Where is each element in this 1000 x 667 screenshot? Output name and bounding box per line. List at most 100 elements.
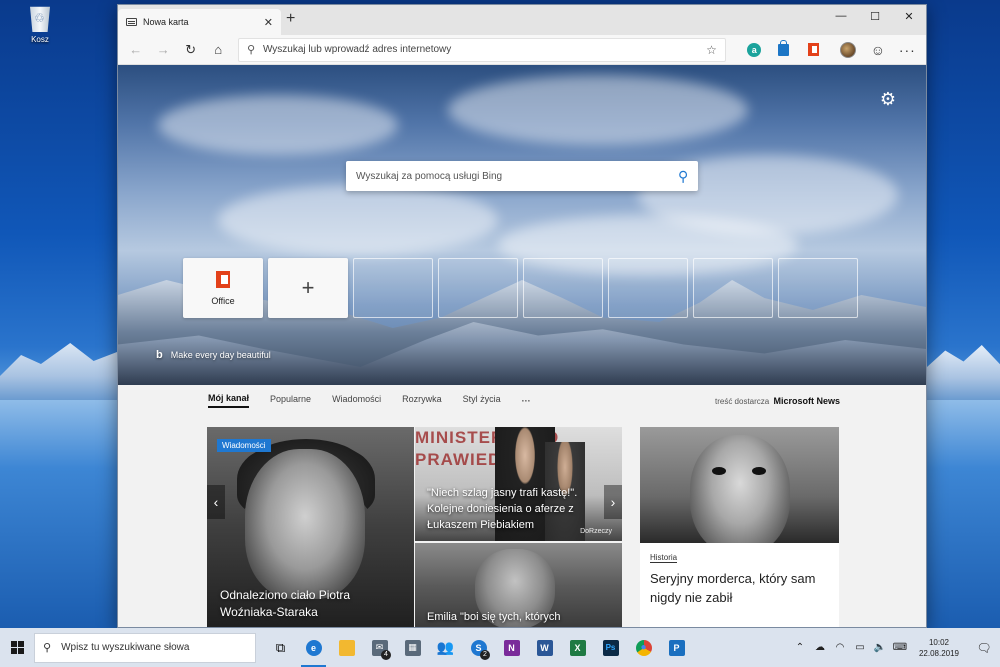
news-card-top-right[interactable]: MINISTERSTWO PRAWIEDLIWOŚ "Niech szlag j… bbox=[415, 427, 622, 541]
search-icon: ⚲ bbox=[43, 642, 52, 654]
taskbar-mail[interactable]: ✉ 4 bbox=[363, 628, 396, 667]
tab-new-tab[interactable]: Nowa karta ✕ bbox=[118, 9, 281, 35]
chrome-icon: ● bbox=[635, 639, 652, 656]
provider-name[interactable]: Microsoft News bbox=[773, 396, 840, 406]
page-settings-gear-icon[interactable]: ⚙ bbox=[880, 89, 896, 110]
news-card-side[interactable]: Historia Seryjny morderca, który sam nig… bbox=[640, 427, 839, 627]
refresh-icon[interactable]: ↻ bbox=[177, 37, 204, 63]
maximize-icon[interactable]: ☐ bbox=[858, 5, 892, 27]
profile-button[interactable] bbox=[834, 37, 863, 63]
taskbar-edge[interactable]: e bbox=[297, 628, 330, 667]
settings-more-button[interactable]: ··· bbox=[893, 37, 922, 63]
card-headline: Odnaleziono ciało Piotra Woźniaka-Starak… bbox=[220, 588, 351, 619]
photo-eye bbox=[752, 467, 766, 475]
quick-link-label: Office bbox=[211, 295, 235, 306]
taskbar-planner[interactable]: P bbox=[660, 628, 693, 667]
window-controls: — ☐ ✕ bbox=[824, 5, 926, 27]
news-feed: Mój kanał Popularne Wiadomości Rozrywka … bbox=[118, 385, 926, 627]
back-arrow-icon[interactable]: ← bbox=[122, 37, 149, 63]
bing-search-box[interactable]: Wyszukaj za pomocą usługi Bing ⚲ bbox=[346, 161, 698, 191]
feedback-button[interactable]: ☺ bbox=[863, 37, 892, 63]
taskbar-excel[interactable]: X bbox=[561, 628, 594, 667]
windows-logo-icon bbox=[10, 641, 24, 654]
start-button[interactable] bbox=[0, 628, 34, 667]
amazon-icon: a bbox=[747, 42, 762, 57]
taskbar-skype[interactable]: S2 bbox=[462, 628, 495, 667]
edge-icon: e bbox=[305, 639, 322, 656]
system-tray: ⌃ ☁ ◠ ▭ 🔈 ⌨ 10:02 22.08.2019 🗨 bbox=[790, 637, 1000, 659]
carousel-prev-chevron-icon[interactable]: ‹ bbox=[207, 485, 225, 519]
tab-my-feed[interactable]: Mój kanał bbox=[208, 393, 250, 408]
skype-badge: 2 bbox=[480, 650, 490, 660]
volume-icon[interactable]: 🔈 bbox=[870, 642, 890, 653]
home-icon[interactable]: ⌂ bbox=[204, 37, 231, 63]
office-icon bbox=[807, 43, 819, 56]
show-hidden-icons-chevron-icon[interactable]: ⌃ bbox=[790, 642, 810, 653]
image-info[interactable]: b Make every day beautiful bbox=[156, 349, 271, 361]
search-icon[interactable]: ⚲ bbox=[678, 168, 688, 185]
add-quick-link-button[interactable]: + bbox=[268, 258, 348, 318]
new-tab-button[interactable]: + bbox=[286, 11, 295, 27]
tab-close-icon[interactable]: ✕ bbox=[264, 16, 273, 29]
news-card-bottom-right[interactable]: Emilia "boi się tych, których bbox=[415, 543, 622, 627]
card-photo bbox=[640, 427, 839, 543]
cloud-sync-icon[interactable]: ☁ bbox=[810, 642, 830, 653]
bing-search-input[interactable]: Wyszukaj za pomocą usługi Bing bbox=[356, 171, 502, 182]
task-view-icon: ⧉ bbox=[275, 639, 286, 655]
minimize-icon[interactable]: — bbox=[824, 5, 858, 27]
task-view-button[interactable]: ⧉ bbox=[264, 628, 297, 667]
desktop-recycle-bin[interactable]: Kosz bbox=[20, 4, 60, 44]
taskbar-onenote[interactable]: N bbox=[495, 628, 528, 667]
forward-arrow-icon[interactable]: → bbox=[149, 37, 176, 63]
new-tab-page-icon bbox=[126, 18, 137, 26]
tab-entertainment[interactable]: Rozrywka bbox=[402, 394, 442, 407]
recycle-bin-icon bbox=[30, 6, 50, 32]
search-icon: ⚲ bbox=[246, 44, 255, 56]
desktop-wallpaper-lake-right bbox=[927, 400, 1000, 628]
tagline-text: Make every day beautiful bbox=[170, 350, 271, 360]
tab-news[interactable]: Wiadomości bbox=[332, 394, 381, 407]
taskbar-file-explorer[interactable] bbox=[330, 628, 363, 667]
tab-lifestyle[interactable]: Styl życia bbox=[463, 394, 501, 407]
wifi-icon[interactable]: ◠ bbox=[830, 642, 850, 653]
photo-portrait bbox=[690, 435, 790, 543]
feed-tabs: Mój kanał Popularne Wiadomości Rozrywka … bbox=[208, 393, 840, 408]
onenote-icon: N bbox=[503, 639, 520, 656]
amazon-extension[interactable]: a bbox=[740, 37, 769, 63]
shopping-extension[interactable] bbox=[769, 37, 798, 63]
office-extension[interactable] bbox=[798, 37, 827, 63]
battery-icon[interactable]: ▭ bbox=[850, 642, 870, 653]
tab-title: Nowa karta bbox=[143, 17, 189, 27]
taskbar-people[interactable]: 👥 bbox=[429, 628, 462, 667]
card-headline: "Niech szlag jasny trafi kastę!". Kolejn… bbox=[427, 487, 578, 531]
quick-link-office[interactable]: Office bbox=[183, 258, 263, 318]
clock-time: 10:02 bbox=[928, 637, 950, 647]
favorite-star-icon[interactable]: ☆ bbox=[706, 43, 717, 57]
category-badge: Wiadomości bbox=[217, 439, 271, 452]
smiley-icon: ☺ bbox=[870, 41, 886, 58]
taskbar-search-input[interactable]: Wpisz tu wyszukiwane słowa bbox=[61, 642, 189, 653]
keyboard-icon[interactable]: ⌨ bbox=[890, 642, 910, 653]
plus-icon: + bbox=[301, 275, 315, 300]
taskbar-search-box[interactable]: ⚲ Wpisz tu wyszukiwane słowa bbox=[34, 632, 256, 663]
taskbar-word[interactable]: W bbox=[528, 628, 561, 667]
bing-logo-icon: b bbox=[156, 349, 163, 361]
address-input[interactable]: Wyszukaj lub wprowadź adres internetowy bbox=[263, 44, 451, 55]
taskbar-calendar[interactable]: ▦ bbox=[396, 628, 429, 667]
news-card-featured[interactable]: Wiadomości Odnaleziono ciało Piotra Woźn… bbox=[207, 427, 414, 627]
empty-quick-link bbox=[523, 258, 603, 318]
tab-popular[interactable]: Popularne bbox=[270, 394, 311, 407]
address-bar[interactable]: ⚲ Wyszukaj lub wprowadź adres internetow… bbox=[237, 37, 726, 62]
taskbar-chrome[interactable]: ● bbox=[627, 628, 660, 667]
carousel-next-chevron-icon[interactable]: › bbox=[604, 485, 622, 519]
more-tabs-icon[interactable]: ··· bbox=[522, 396, 531, 406]
mail-badge: 4 bbox=[381, 650, 391, 660]
system-clock[interactable]: 10:02 22.08.2019 bbox=[910, 637, 968, 659]
photo-portrait bbox=[245, 449, 365, 599]
taskbar-photoshop[interactable]: Ps bbox=[594, 628, 627, 667]
people-icon: 👥 bbox=[436, 639, 455, 655]
window-close-icon[interactable]: ✕ bbox=[892, 5, 926, 27]
action-center-icon[interactable]: 🗨 bbox=[968, 641, 1000, 655]
card-headline: Seryjny morderca, który sam nigdy nie za… bbox=[650, 571, 816, 605]
folder-icon bbox=[338, 639, 355, 656]
